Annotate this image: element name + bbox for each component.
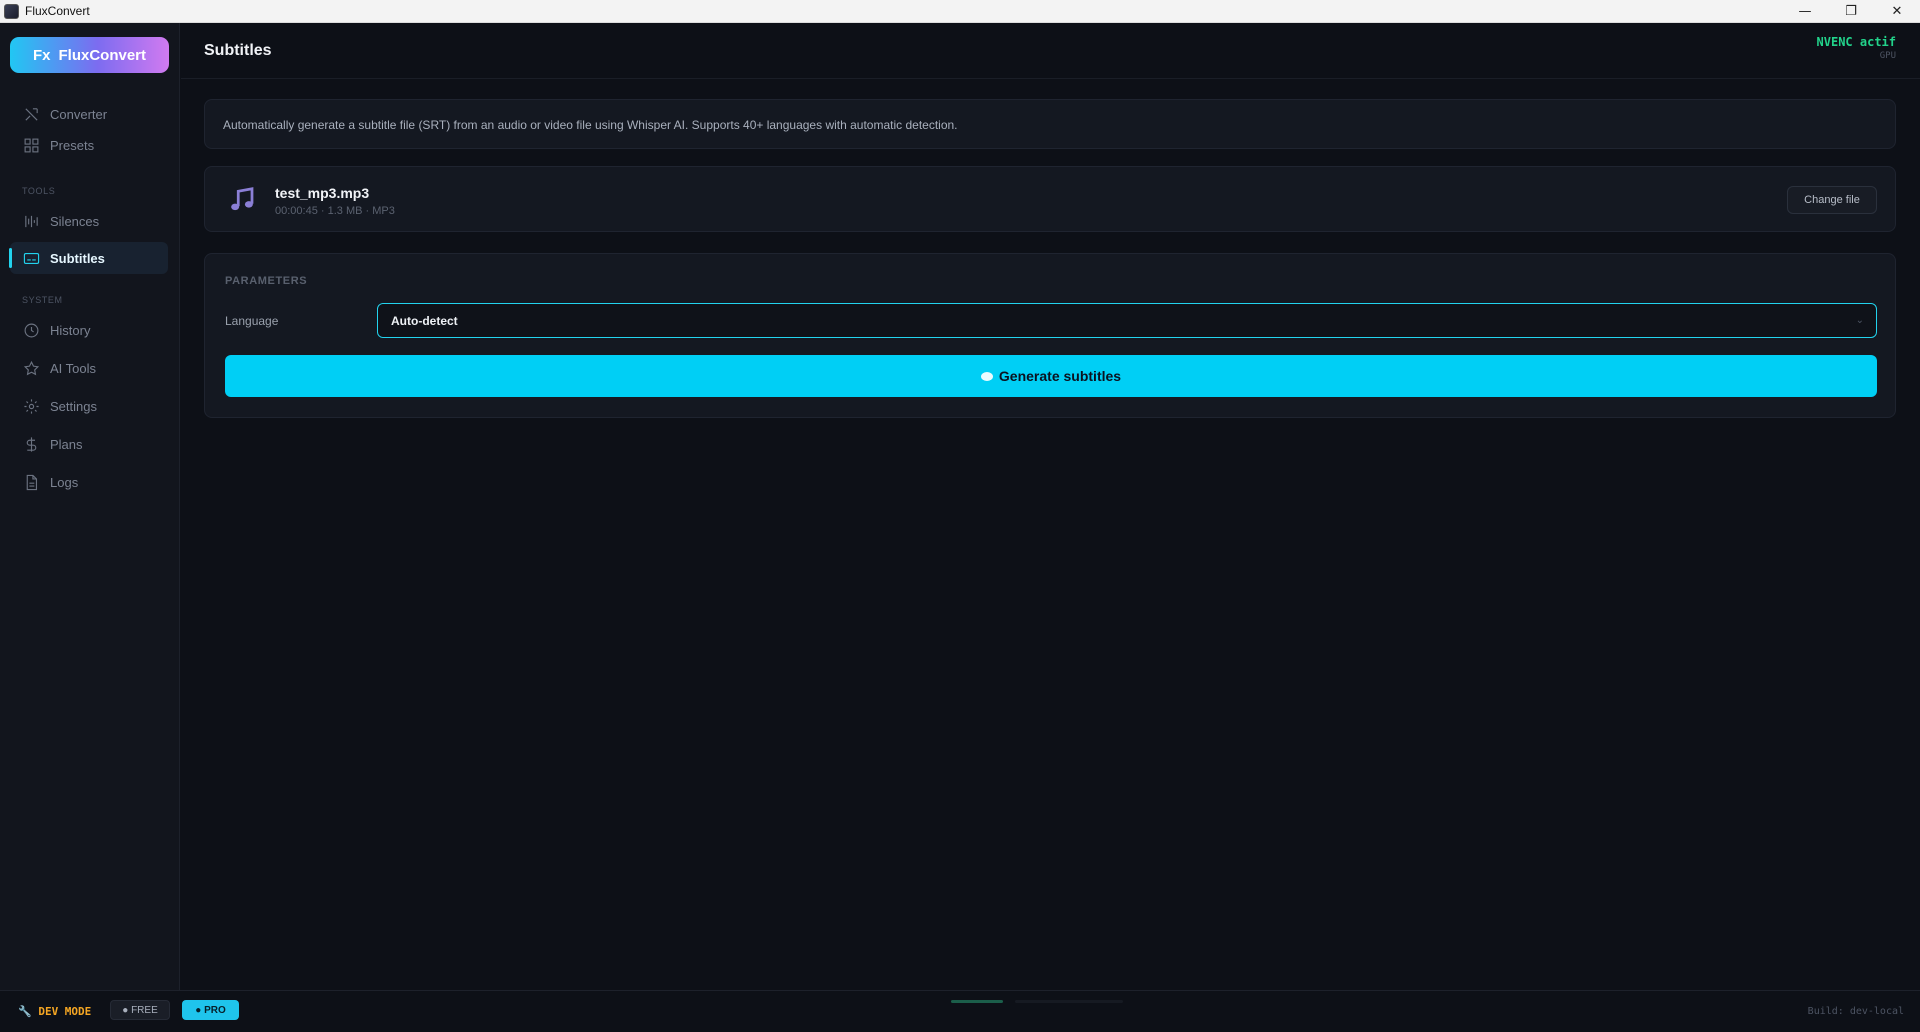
chevron-down-icon: ⌄ bbox=[1855, 315, 1864, 326]
info-card: Automatically generate a subtitle file (… bbox=[204, 99, 1896, 149]
sidebar-item-silences[interactable]: Silences bbox=[10, 205, 168, 237]
dev-mode-label: 🔧 DEV MODE bbox=[18, 1005, 92, 1018]
language-value: Auto-detect bbox=[391, 313, 458, 328]
sidebar-item-label: AI Tools bbox=[50, 360, 97, 376]
section-label-tools: TOOLS bbox=[22, 186, 56, 196]
window-title: FluxConvert bbox=[25, 4, 90, 18]
sidebar-item-settings[interactable]: Settings bbox=[10, 390, 168, 422]
grid-icon bbox=[22, 136, 40, 154]
language-label: Language bbox=[225, 314, 279, 328]
build-label: Build: dev-local bbox=[1807, 1006, 1904, 1017]
file-meta: 00:00:45 · 1.3 MB · MP3 bbox=[275, 205, 395, 217]
info-text: Automatically generate a subtitle file (… bbox=[223, 118, 958, 132]
gpu-label: GPU bbox=[1879, 51, 1896, 61]
document-icon bbox=[22, 473, 40, 491]
file-card: test_mp3.mp3 00:00:45 · 1.3 MB · MP3 Cha… bbox=[204, 166, 1896, 232]
app-icon bbox=[4, 3, 19, 19]
gear-icon bbox=[22, 397, 40, 415]
sidebar-item-label: Logs bbox=[50, 474, 79, 490]
pro-plan-toggle[interactable]: ● PRO bbox=[182, 1000, 239, 1020]
footer-bar: 🔧 DEV MODE ● FREE ● PRO Build: dev-local bbox=[0, 990, 1920, 1032]
status-indicator bbox=[951, 1000, 1003, 1003]
minimize-button[interactable]: — bbox=[1782, 0, 1828, 23]
brand-prefix: Fx bbox=[32, 46, 51, 64]
brand-name: FluxConvert bbox=[58, 46, 147, 64]
free-plan-toggle[interactable]: ● FREE bbox=[110, 1000, 170, 1020]
file-name: test_mp3.mp3 bbox=[275, 185, 370, 201]
waveform-icon bbox=[22, 212, 40, 230]
section-label-system: SYSTEM bbox=[22, 295, 63, 305]
restore-button[interactable]: ❐ bbox=[1828, 0, 1874, 23]
cloud-icon bbox=[980, 371, 993, 381]
sidebar-item-converter[interactable]: Converter bbox=[10, 98, 168, 130]
sidebar-item-label: Plans bbox=[50, 436, 83, 452]
sidebar-item-subtitles[interactable]: Subtitles bbox=[9, 242, 168, 274]
clock-icon bbox=[22, 321, 40, 339]
sidebar-item-label: Silences bbox=[50, 213, 100, 229]
sidebar-item-ai-tools[interactable]: AI Tools bbox=[10, 352, 168, 384]
page-header: Subtitles NVENC actif GPU bbox=[181, 23, 1920, 79]
sidebar: Fx FluxConvert Converter Presets TOOLS S… bbox=[0, 23, 180, 990]
change-file-button[interactable]: Change file bbox=[1787, 186, 1877, 214]
sidebar-item-logs[interactable]: Logs bbox=[10, 466, 168, 498]
parameters-card: PARAMETERS Language Auto-detect ⌄ Genera… bbox=[204, 253, 1896, 418]
dollar-icon bbox=[22, 435, 40, 453]
star-icon bbox=[22, 359, 40, 377]
sidebar-item-history[interactable]: History bbox=[10, 314, 168, 346]
gpu-status: NVENC actif GPU bbox=[1817, 35, 1896, 61]
page-title: Subtitles bbox=[204, 42, 272, 59]
close-button[interactable]: ✕ bbox=[1874, 0, 1920, 23]
generate-label: Generate subtitles bbox=[998, 368, 1122, 384]
generate-subtitles-button[interactable]: Generate subtitles bbox=[225, 355, 1877, 397]
sidebar-item-plans[interactable]: Plans bbox=[10, 428, 168, 460]
parameters-title: PARAMETERS bbox=[225, 275, 308, 287]
subtitles-icon bbox=[22, 249, 40, 267]
sidebar-item-label: Converter bbox=[50, 106, 108, 122]
nvenc-status: NVENC actif bbox=[1816, 35, 1896, 49]
language-select[interactable]: Auto-detect ⌄ bbox=[377, 303, 1877, 338]
sidebar-item-label: Subtitles bbox=[50, 250, 105, 266]
window-titlebar: FluxConvert — ❐ ✕ bbox=[0, 0, 1920, 23]
sidebar-item-label: Settings bbox=[50, 398, 97, 414]
sidebar-item-label: History bbox=[50, 322, 91, 338]
brand-logo[interactable]: Fx FluxConvert bbox=[10, 37, 169, 73]
converter-icon bbox=[22, 105, 40, 123]
sidebar-item-presets[interactable]: Presets bbox=[10, 129, 168, 161]
sidebar-item-label: Presets bbox=[50, 137, 95, 153]
music-note-icon bbox=[231, 187, 254, 211]
window-controls: — ❐ ✕ bbox=[1782, 0, 1920, 23]
status-indicator-secondary bbox=[1015, 1000, 1123, 1003]
